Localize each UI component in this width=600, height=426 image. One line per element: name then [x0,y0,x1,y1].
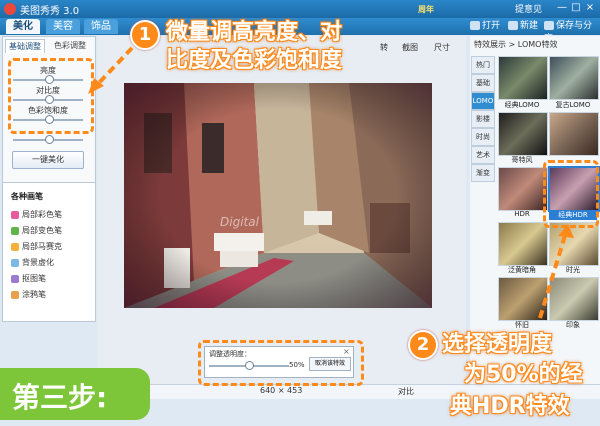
step-1-text-line2: 比度及色彩饱和度 [166,48,343,73]
step-2-badge: 2 [408,330,438,360]
step-2-text-line3: 典HDR特效 [450,394,570,419]
step-banner: 第三步: [0,368,150,420]
step-2-text-line1: 选择透明度 [442,332,553,357]
step-1-badge: 1 [130,20,160,50]
step-banner-text: 第三步: [12,381,108,414]
step-2-text-line2: 为50%的经 [464,362,583,387]
